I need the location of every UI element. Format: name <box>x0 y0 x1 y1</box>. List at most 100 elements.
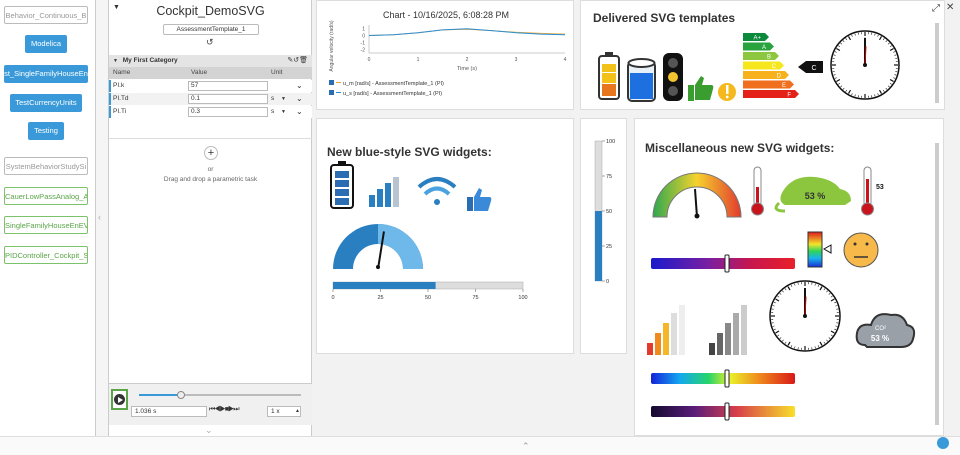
col-name: Name <box>113 69 131 76</box>
expand-bottom-icon[interactable]: ⌃ <box>522 441 530 452</box>
expand-icon[interactable]: ⤢ <box>932 3 940 14</box>
energy-class-label: E <box>782 83 786 89</box>
color-slider-1[interactable] <box>651 254 795 273</box>
clock-widget-2-icon <box>769 280 841 352</box>
cockpit-panel: ▼ Cockpit_DemoSVG AssessmentTemplate_1 ↺… <box>108 0 312 436</box>
wifi-icon <box>417 177 457 205</box>
energy-class-label: F <box>787 93 791 99</box>
play-button[interactable] <box>111 389 128 410</box>
sidebar-item-8[interactable]: SingleFamilyHouseEnEV <box>4 216 88 234</box>
vbar-tick-label: 50 <box>606 209 612 215</box>
reset-icon[interactable]: ↺ <box>206 37 214 48</box>
param-value-input[interactable]: 0.3 <box>188 107 268 117</box>
sidebar-item-3[interactable]: st_SingleFamilyHouseEn <box>4 65 88 83</box>
template-selector[interactable]: AssessmentTemplate_1 <box>163 24 259 35</box>
cloud-value: 53 % <box>871 334 889 343</box>
row-expand-icon[interactable]: ⌄ <box>296 93 303 105</box>
blue-thumbs-up-icon <box>467 188 492 211</box>
unit-dropdown-icon[interactable]: ▼ <box>281 93 286 105</box>
tank-widget-icon <box>627 58 656 102</box>
collapse-bottom-icon[interactable]: ⌄ <box>205 425 213 436</box>
color-slider-3[interactable] <box>651 402 795 421</box>
energy-class-label: B <box>767 55 771 61</box>
legend-checkbox[interactable] <box>329 90 334 95</box>
param-name: PI.Td <box>113 95 129 102</box>
bar-tick-label: 0 <box>331 295 334 301</box>
row-expand-icon[interactable]: ⌄ <box>296 106 303 118</box>
vertical-bar-card: 100 75 50 25 0 <box>580 118 627 354</box>
time-slider-handle[interactable] <box>177 391 185 399</box>
y-tick-label: 1 <box>362 27 365 33</box>
add-task-button[interactable]: + <box>204 146 218 160</box>
x-tick-label: 2 <box>466 57 469 63</box>
close-icon[interactable]: ✕ <box>946 2 954 13</box>
param-value-input[interactable]: 57 <box>188 81 268 91</box>
sidebar-item-4[interactable]: TestCurrencyUnits <box>10 94 82 112</box>
y-tick-label: -2 <box>361 48 366 54</box>
status-icon[interactable] <box>937 437 949 449</box>
row-expand-icon[interactable]: ⌄ <box>296 80 303 92</box>
sidebar: Behavior_Continuous_B Modelica st_SingleFa… <box>0 0 96 436</box>
thermo-value: 53 <box>876 184 884 191</box>
time-input[interactable]: 1.036 s <box>131 406 207 417</box>
left-splitter[interactable]: ‹ <box>96 0 108 436</box>
vbar-tick-label: 25 <box>606 244 612 250</box>
y-tick-label: 0 <box>362 34 365 40</box>
delivered-card: Delivered SVG templates A+ A B C D E F C <box>580 0 945 110</box>
co2-cloud-widget: CO² 53 % <box>855 313 916 348</box>
category-label: My First Category <box>122 57 178 64</box>
bar-tick-label: 25 <box>377 295 383 301</box>
chart-xlabel: Time (s) <box>457 66 477 72</box>
speed-select[interactable]: 1 x ▲ <box>267 406 301 417</box>
sidebar-item-5[interactable]: Testing <box>28 122 64 140</box>
param-row: PI.Td 0.1 s ▼ ⌄ <box>109 93 312 105</box>
speed-chevron-icon[interactable]: ▲ <box>295 407 300 416</box>
color-slider-2[interactable] <box>651 369 795 388</box>
sidebar-item-9[interactable]: PIDController_Cockpit_S <box>4 246 88 264</box>
energy-bar <box>743 42 774 51</box>
energy-bar <box>743 71 789 79</box>
sidebar-item-2[interactable]: Modelica <box>25 35 67 53</box>
energy-class-label: C <box>772 64 777 70</box>
sidebar-item-6[interactable]: SystemBehaviorStudySi <box>4 157 88 175</box>
sidebar-item-7[interactable]: CauerLowPassAnalog_A <box>4 187 88 205</box>
chart-title: Chart - 10/16/2025, 6:08:28 PM <box>383 10 509 20</box>
blue-gauge-widget <box>333 224 423 270</box>
param-value-input[interactable]: 0.1 <box>188 94 268 104</box>
sidebar-item-1[interactable]: Behavior_Continuous_B <box>4 6 88 24</box>
collapse-left-icon[interactable]: ‹ <box>98 212 101 222</box>
blue-progress-bar: 0 25 50 75 100 <box>331 281 528 301</box>
legend-checkbox[interactable] <box>329 80 334 85</box>
vbar-tick-label: 75 <box>606 174 612 180</box>
battery-widget-icon <box>598 52 620 100</box>
category-actions-icon[interactable]: ✎↺🗑 <box>287 55 308 67</box>
thumbs-up-icon <box>688 76 714 101</box>
param-name: PI.Ti <box>113 108 127 115</box>
unit-dropdown-icon[interactable]: ▼ <box>281 106 286 118</box>
x-tick-label: 4 <box>564 57 567 63</box>
bars-gray-icon <box>709 305 747 355</box>
legend-label: u_m [rad/s] - AssessmentTemplate_1 (PI) <box>343 81 444 87</box>
x-tick-label: 1 <box>417 57 420 63</box>
category-header[interactable]: ▼ My First Category ✎↺🗑 <box>109 55 312 67</box>
category-toggle-icon[interactable]: ▼ <box>113 58 118 64</box>
thermometer-value-widget: 53 <box>861 166 884 216</box>
chart-card: Chart - 10/16/2025, 6:08:28 PM Angular v… <box>316 0 574 110</box>
neutral-face-icon <box>843 232 879 268</box>
blue-battery-icon <box>330 161 354 209</box>
time-slider[interactable] <box>139 391 301 399</box>
playback-controls[interactable]: ⏮◀▶■▶⏭ <box>209 406 240 414</box>
param-row: PI.Ti 0.3 s ▼ ⌄ <box>109 106 312 118</box>
drop-or-label: or <box>207 166 214 173</box>
misc-scrollbar[interactable] <box>935 143 939 425</box>
energy-class-label: A <box>762 45 766 51</box>
drop-hint: Drag and drop a parametric task <box>163 176 258 183</box>
param-row: PI.k 57 ⌄ <box>109 80 312 92</box>
line-chart: Chart - 10/16/2025, 6:08:28 PM Angular v… <box>329 10 567 97</box>
bar-tick-label: 100 <box>518 295 527 301</box>
delivered-scrollbar[interactable] <box>935 23 939 103</box>
vbar-tick-label: 100 <box>606 139 615 145</box>
series-line-2 <box>368 28 566 36</box>
col-value: Value <box>191 69 208 76</box>
cloud-label: CO² <box>875 326 886 332</box>
